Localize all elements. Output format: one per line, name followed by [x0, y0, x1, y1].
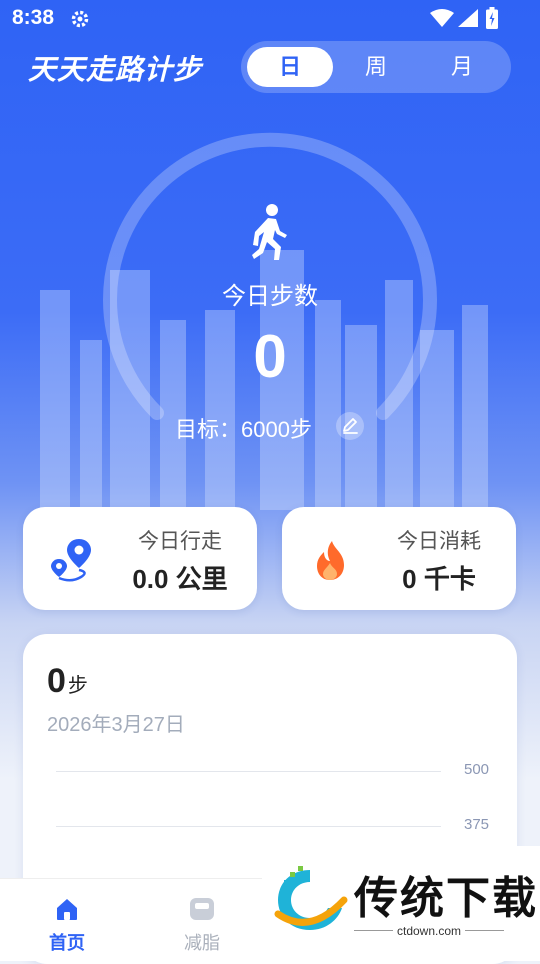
watermark-logo-icon — [274, 866, 348, 930]
edit-goal-button[interactable] — [336, 412, 364, 440]
flame-icon — [317, 541, 344, 580]
wifi-icon — [430, 9, 454, 27]
period-segmented-control: 日 周 月 — [241, 41, 511, 93]
distance-value: 0.0 公里 — [132, 564, 228, 594]
home-icon — [57, 899, 77, 920]
y-tick-label: 375 — [464, 816, 490, 833]
tab-day[interactable]: 日 — [247, 47, 333, 87]
y-tick-label: 500 — [464, 761, 490, 778]
distance-card: 今日行走 0.0 公里 — [23, 507, 257, 610]
gear-icon — [71, 10, 89, 28]
signal-icon — [458, 9, 478, 27]
today-steps-count: 0 — [253, 323, 287, 390]
scale-icon — [190, 898, 214, 920]
distance-label: 今日行走 — [138, 530, 222, 553]
watermark-title: 传统下载 — [354, 874, 538, 923]
route-pin-icon — [51, 539, 91, 582]
calories-card: 今日消耗 0 千卡 — [282, 507, 516, 610]
tab-month[interactable]: 月 — [419, 47, 505, 87]
app-title: 天天走路计步 — [28, 54, 203, 85]
chart-steps-total: 0步 — [47, 662, 88, 701]
battery-icon — [486, 7, 498, 29]
chart-steps-value: 0 — [47, 662, 66, 700]
tab-fat-loss-label: 减脂 — [184, 933, 220, 953]
tab-week[interactable]: 周 — [333, 47, 419, 87]
chart-gridline — [56, 771, 441, 772]
status-time: 8:38 — [12, 6, 55, 29]
watermark-url: ctdown.com — [354, 924, 504, 938]
walking-person-icon — [252, 204, 287, 260]
step-goal-text: 目标：6000步 — [175, 417, 312, 442]
chart-date: 2026年3月27日 — [47, 714, 185, 736]
tab-fat-loss[interactable]: 减脂 — [147, 879, 257, 961]
pencil-icon — [343, 418, 358, 434]
chart-steps-unit: 步 — [67, 675, 88, 697]
today-steps-label: 今日步数 — [222, 283, 318, 310]
tab-home[interactable]: 首页 — [12, 879, 122, 961]
watermark-overlay: 传统下载 ctdown.com — [262, 846, 540, 960]
chart-gridline — [56, 826, 441, 827]
watermark-url-text: ctdown.com — [392, 924, 466, 938]
calories-label: 今日消耗 — [397, 530, 481, 553]
status-bar: 8:38 — [0, 0, 540, 36]
calories-value: 0 千卡 — [402, 564, 476, 594]
tab-home-label: 首页 — [49, 933, 85, 953]
